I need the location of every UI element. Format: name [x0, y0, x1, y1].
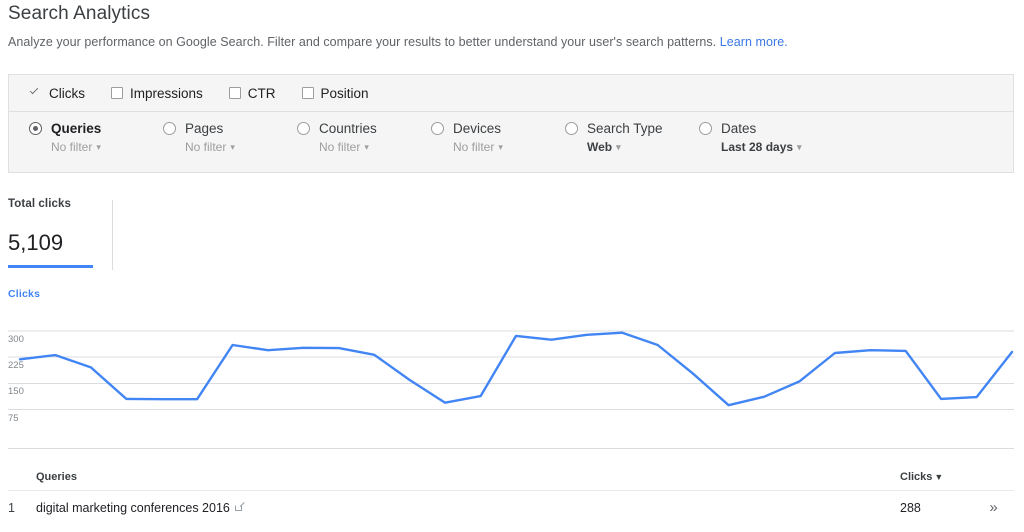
chart-y-tick-label: 300 [8, 333, 24, 345]
dimension-filter-text: No filter [185, 140, 227, 154]
dimension-filter-text: No filter [453, 140, 495, 154]
metric-checkbox-impressions[interactable]: Impressions [111, 86, 203, 101]
table-row[interactable]: 1 digital marketing conferences 2016 288… [8, 491, 1014, 524]
total-clicks-underline [8, 265, 93, 268]
checkbox-icon [228, 87, 241, 99]
checkbox-icon [301, 87, 314, 99]
dimension-filter-countries[interactable]: No filter ▾ [319, 140, 431, 154]
dimension-filter-text: No filter [51, 140, 93, 154]
dimension-filter-text: Last 28 days [721, 140, 794, 154]
dimension-label-queries: Queries [51, 121, 102, 136]
chevron-down-icon: ▾ [364, 142, 369, 152]
chart-legend-clicks: Clicks [8, 288, 41, 300]
dimension-filter-search-type[interactable]: Web ▾ [587, 140, 699, 154]
row-clicks: 288 [900, 500, 921, 515]
dimension-pages[interactable]: Pages No filter ▾ [163, 121, 297, 154]
chevron-down-icon: ▾ [230, 142, 235, 152]
chart-line-clicks [18, 331, 1014, 407]
dimension-queries[interactable]: Queries No filter ▾ [29, 121, 163, 154]
column-header-queries[interactable]: Queries [36, 471, 900, 483]
chevron-down-icon: ▾ [616, 142, 621, 152]
column-header-clicks-label: Clicks [900, 470, 933, 483]
checkbox-icon [111, 87, 123, 99]
chart-svg [8, 330, 1014, 411]
external-link-icon[interactable] [234, 502, 244, 511]
chevron-down-icon: ▾ [96, 142, 101, 152]
checkmark-icon [29, 87, 42, 100]
chart-y-tick-label: 225 [8, 360, 24, 372]
dimension-countries[interactable]: Countries No filter ▾ [297, 121, 431, 154]
sort-descending-icon: ▼ [934, 471, 944, 482]
metric-label-clicks: Clicks [49, 85, 85, 101]
dimension-filter-pages[interactable]: No filter ▾ [185, 140, 297, 154]
page-title: Search Analytics [8, 3, 151, 24]
metric-label-ctr: CTR [247, 85, 276, 101]
radio-icon [699, 122, 712, 135]
row-query-text: digital marketing conferences 2016 [36, 500, 230, 515]
dimension-label-countries: Countries [319, 121, 377, 136]
metric-checkbox-row: Clicks Impressions CTR Position [9, 75, 1013, 112]
radio-icon-selected [29, 122, 42, 135]
page-description: Analyze your performance on Google Searc… [8, 35, 788, 49]
metric-checkbox-position[interactable]: Position [301, 85, 369, 101]
dimension-filter-text: Web [587, 140, 613, 154]
total-clicks-card[interactable]: Total clicks 5,109 [8, 198, 113, 268]
learn-more-link[interactable]: Learn more. [720, 35, 788, 49]
search-analytics-page: Search Analytics Analyze your performanc… [0, 0, 1024, 532]
next-page-cell: » [972, 499, 1014, 517]
chevron-down-icon: ▾ [797, 142, 802, 152]
radio-icon [163, 122, 176, 135]
table-header-row: Queries Clicks ▼ [8, 463, 1014, 491]
metric-checkbox-ctr[interactable]: CTR [228, 85, 276, 101]
chart-plot[interactable]: 300 225 150 75 [0, 304, 1024, 438]
metric-label-position: Position [320, 85, 369, 101]
filter-panel: Clicks Impressions CTR Position Queries [8, 74, 1014, 173]
radio-icon [297, 122, 310, 135]
dimension-label-search-type: Search Type [587, 121, 663, 136]
dimension-radio-row: Queries No filter ▾ Pages No filter ▾ Co… [9, 112, 1013, 172]
radio-icon [565, 122, 578, 135]
dimension-devices[interactable]: Devices No filter ▾ [431, 121, 565, 154]
metric-label-impressions: Impressions [130, 85, 203, 101]
total-clicks-label: Total clicks [8, 198, 71, 210]
chevron-down-icon: ▾ [498, 142, 503, 152]
chart-y-tick-label: 75 [8, 412, 19, 424]
page-description-text: Analyze your performance on Google Searc… [8, 35, 717, 49]
total-clicks-value: 5,109 [8, 230, 64, 255]
metric-checkbox-clicks[interactable]: Clicks [29, 86, 85, 101]
dimension-filter-devices[interactable]: No filter ▾ [453, 140, 565, 154]
next-page-icon[interactable]: » [989, 499, 997, 516]
chart-y-tick-label: 150 [8, 386, 24, 398]
dimension-filter-text: No filter [319, 140, 361, 154]
table-separator [8, 448, 1014, 449]
dimension-filter-queries[interactable]: No filter ▾ [51, 140, 163, 154]
dimension-label-pages: Pages [185, 121, 224, 136]
dimension-dates[interactable]: Dates Last 28 days ▾ [699, 121, 833, 154]
queries-table: Queries Clicks ▼ 1 digital marketing conf… [8, 463, 1014, 524]
dimension-search-type[interactable]: Search Type Web ▾ [565, 121, 699, 154]
radio-icon [431, 122, 444, 135]
column-header-clicks[interactable]: Clicks ▼ [900, 471, 972, 483]
summary-divider [112, 200, 113, 270]
row-rank: 1 [8, 500, 15, 515]
dimension-filter-dates[interactable]: Last 28 days ▾ [721, 140, 833, 154]
clicks-chart: Clicks 300 225 150 75 [0, 288, 1024, 438]
row-query[interactable]: digital marketing conferences 2016 [36, 501, 900, 515]
dimension-label-devices: Devices [453, 121, 502, 136]
dimension-label-dates: Dates [721, 121, 757, 136]
